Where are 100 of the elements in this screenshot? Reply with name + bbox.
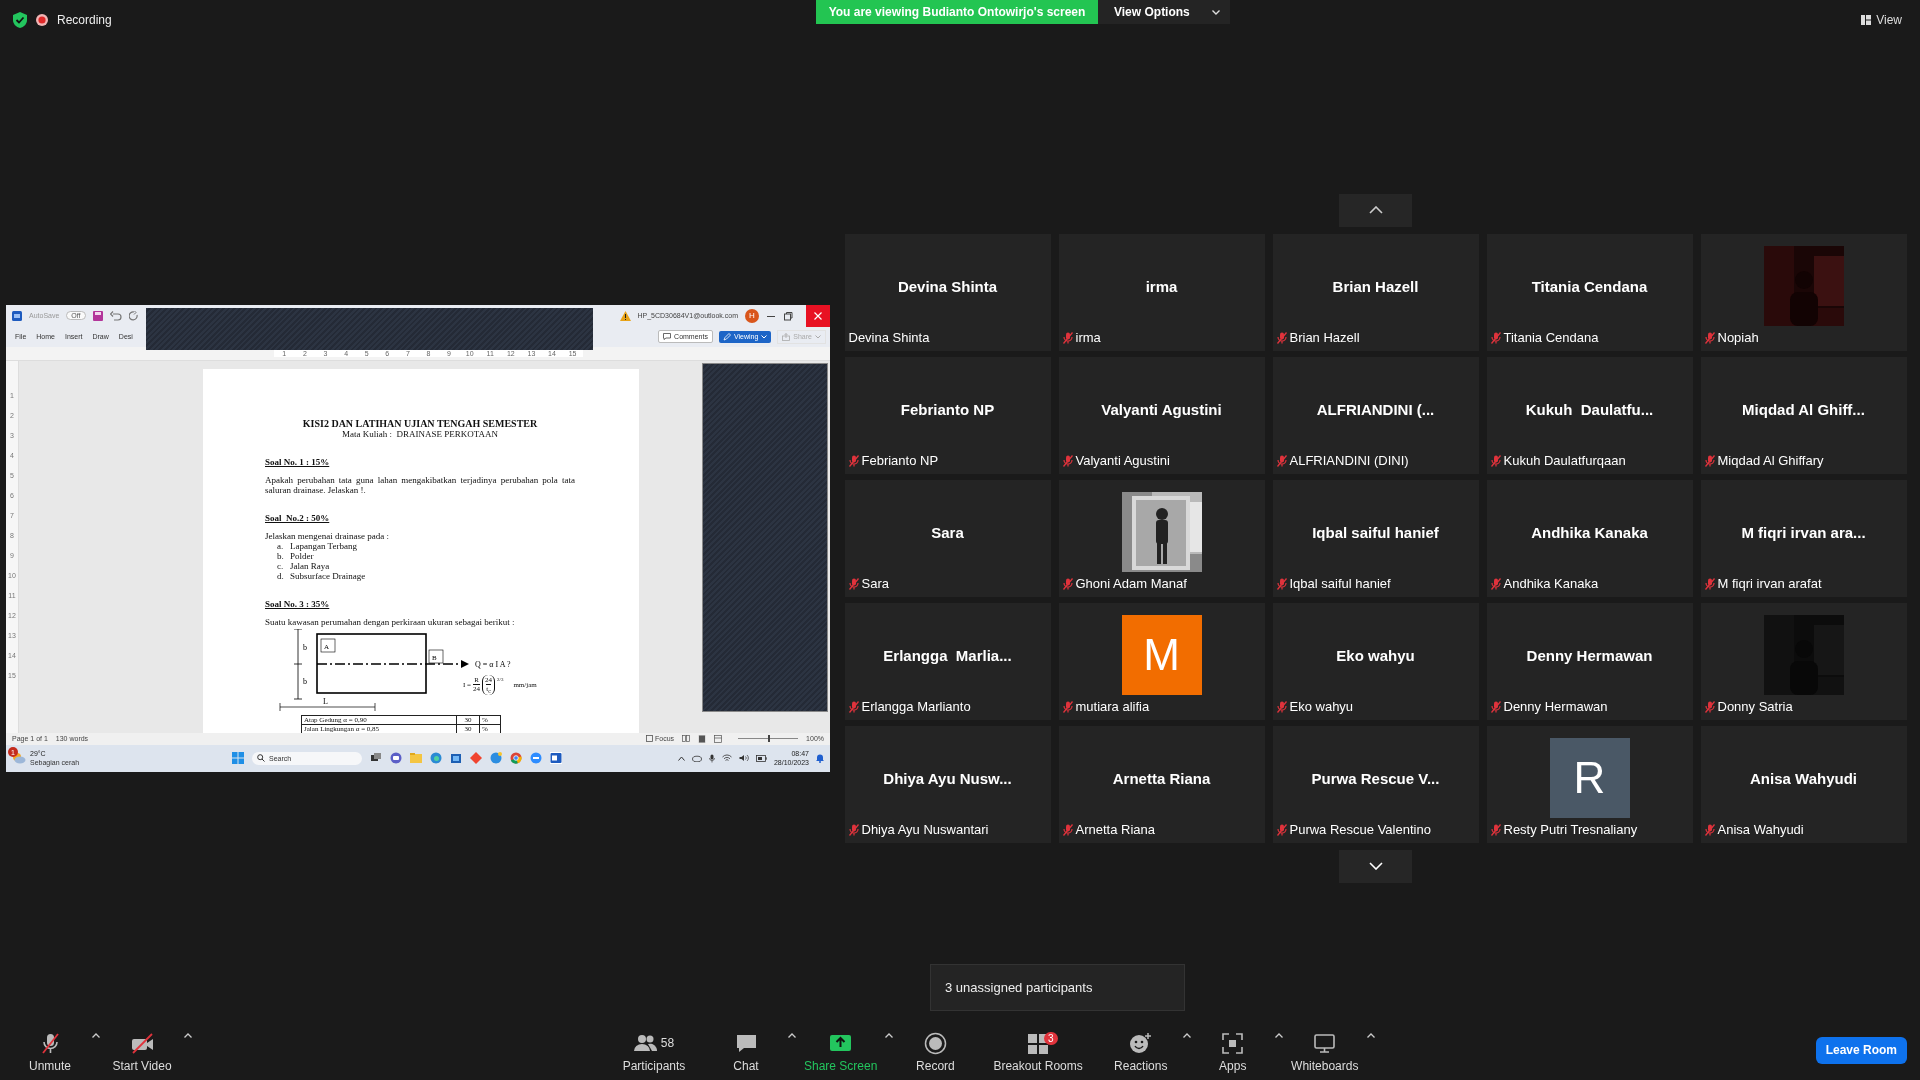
avatar: R [1549, 738, 1630, 818]
chrome-icon[interactable] [510, 752, 522, 764]
toolbar-button[interactable]: 58 Participants [616, 1027, 692, 1073]
chat-icon[interactable] [390, 752, 402, 764]
video-tile[interactable]: Iqbal saiful hanief Iqbal saiful hanief [1272, 479, 1479, 597]
browser-icon[interactable] [430, 752, 442, 764]
start-icon[interactable] [232, 752, 244, 764]
video-tile[interactable]: Devina Shinta Devina Shinta [844, 233, 1051, 351]
video-tile[interactable]: Valyanti Agustini Valyanti Agustini [1058, 356, 1265, 474]
toolbar-button[interactable]: Chat [708, 1027, 784, 1073]
name-label: Brian Hazell [1289, 330, 1360, 345]
print-layout-icon[interactable] [698, 734, 707, 743]
video-tile[interactable]: Anisa Wahyudi Anisa Wahyudi [1700, 725, 1907, 843]
participant-name: ALFRIANDINI (... [1316, 400, 1435, 418]
participant-name: Anisa Wahyudi [1750, 769, 1857, 787]
store-icon[interactable] [450, 752, 462, 764]
video-tile[interactable]: R Resty Putri Tresnaliany [1486, 725, 1693, 843]
video-tile[interactable]: Febrianto NP Febrianto NP [844, 356, 1051, 474]
toolbar-button[interactable]: 3 Breakout Rooms [989, 1027, 1087, 1073]
participant-name: Purwa Rescue V... [1311, 769, 1440, 787]
paragraph: Jelaskan mengenai drainase pada : [265, 530, 390, 541]
save-icon[interactable] [92, 310, 103, 321]
name-label: Denny Hermawan [1503, 699, 1608, 714]
list-marker: c. [277, 560, 285, 571]
search-icon [257, 754, 265, 762]
video-tile[interactable]: Arnetta Riana Arnetta Riana [1058, 725, 1265, 843]
list-item-text: Lapangan Terbang [290, 540, 357, 551]
caret-up-icon [885, 1033, 894, 1038]
video-tile[interactable]: irma irma [1058, 233, 1265, 351]
name-label: M fiqri irvan arafat [1717, 576, 1822, 591]
web-layout-icon[interactable] [714, 734, 723, 743]
caret-up-icon [1366, 1033, 1375, 1038]
list-marker: d. [277, 570, 285, 581]
video-tile[interactable]: Nopiah [1700, 233, 1907, 351]
smiley-icon [1129, 1031, 1153, 1055]
microphone-icon[interactable] [708, 753, 715, 763]
toolbar-button[interactable]: Record [897, 1027, 974, 1073]
redo-icon[interactable] [128, 310, 139, 321]
view-button[interactable]: View [1861, 13, 1902, 27]
account-avatar[interactable]: H [745, 308, 759, 323]
video-tile[interactable]: Dhiya Ayu Nusw... Dhiya Ayu Nuswantari [844, 725, 1051, 843]
video-tile[interactable]: Andhika Kanaka Andhika Kanaka [1486, 479, 1693, 597]
meeting-app-icon[interactable] [530, 752, 542, 764]
focus-icon [646, 735, 654, 742]
toolbar-button[interactable]: Start Video [104, 1027, 180, 1073]
name-label: Kukuh Daulatfurqaan [1503, 453, 1626, 468]
video-off-icon [130, 1031, 154, 1055]
participant-name: Devina Shinta [897, 277, 998, 295]
video-tile[interactable]: Miqdad Al Ghiff... Miqdad Al Ghiffary [1700, 356, 1907, 474]
bell-icon[interactable] [816, 753, 824, 763]
diamond-app-icon[interactable] [470, 752, 482, 764]
volume-icon[interactable] [738, 754, 749, 762]
grid-icon [1026, 1031, 1050, 1055]
video-tile[interactable]: Donny Satria [1700, 602, 1907, 720]
name-label: Miqdad Al Ghiffary [1717, 453, 1824, 468]
toolbar-button[interactable]: Apps [1194, 1027, 1271, 1073]
video-tile[interactable]: Purwa Rescue V... Purwa Rescue Valentino [1272, 725, 1479, 843]
name-label: Andhika Kanaka [1503, 576, 1599, 591]
video-tile[interactable]: Ghoni Adam Manaf [1058, 479, 1265, 597]
participant-count: 58 [660, 1036, 675, 1050]
toolbar-button[interactable]: Unmute [12, 1027, 88, 1073]
toolbar-button[interactable]: Share Screen [800, 1027, 882, 1073]
participant-name: Iqbal saiful hanief [1312, 523, 1439, 541]
dimension-label: b [303, 642, 307, 652]
video-tile[interactable]: Titania Cendana Titania Cendana [1486, 233, 1693, 351]
restore-icon[interactable] [783, 310, 793, 321]
tooltip: 3 unassigned participants [930, 964, 1185, 1011]
video-tile[interactable]: Kukuh Daulatfu... Kukuh Daulatfurqaan [1486, 356, 1693, 474]
video-tile[interactable]: Brian Hazell Brian Hazell [1272, 233, 1479, 351]
participant-name: Miqdad Al Ghiff... [1742, 400, 1865, 418]
caret-icon [1211, 9, 1220, 15]
wifi-icon[interactable] [721, 754, 732, 762]
word-app-icon [12, 310, 22, 321]
participant-name: Febrianto NP [900, 400, 995, 418]
video-tile[interactable]: Erlangga Marlia... Erlangga Marlianto [844, 602, 1051, 720]
chevron-down-icon [1368, 862, 1383, 870]
video-tile[interactable]: M mutiara alifia [1058, 602, 1265, 720]
caret-up-icon[interactable] [677, 755, 685, 761]
name-label: irma [1075, 330, 1101, 345]
warning-icon [619, 310, 631, 321]
video-tile[interactable]: Eko wahyu Eko wahyu [1272, 602, 1479, 720]
leave-room-button[interactable]: Leave Room [1815, 1036, 1907, 1064]
video-tile[interactable]: ALFRIANDINI (... ALFRIANDINI (DINI) [1272, 356, 1479, 474]
caret-up-icon [788, 1033, 796, 1038]
toolbar-button[interactable]: Reactions [1102, 1027, 1179, 1073]
word-app-icon[interactable] [550, 752, 562, 764]
video-tile[interactable]: Denny Hermawan Denny Hermawan [1486, 602, 1693, 720]
video-tile[interactable]: M fiqri irvan ara... M fiqri irvan arafat [1700, 479, 1907, 597]
close-button[interactable] [806, 304, 830, 327]
video-tile[interactable]: Sara Sara [844, 479, 1051, 597]
toolbar-button[interactable]: Whiteboards [1286, 1027, 1363, 1073]
task-view-icon[interactable] [370, 752, 382, 764]
undo-icon[interactable] [109, 310, 122, 321]
read-mode-icon[interactable] [682, 735, 691, 742]
pen-icon [722, 332, 731, 341]
battery-icon[interactable] [755, 754, 767, 762]
list-marker: b. [277, 550, 285, 561]
view-options-button[interactable]: View Options [1098, 0, 1230, 24]
participant-name: Titania Cendana [1531, 277, 1648, 295]
participant-name: Eko wahyu [1336, 646, 1415, 664]
